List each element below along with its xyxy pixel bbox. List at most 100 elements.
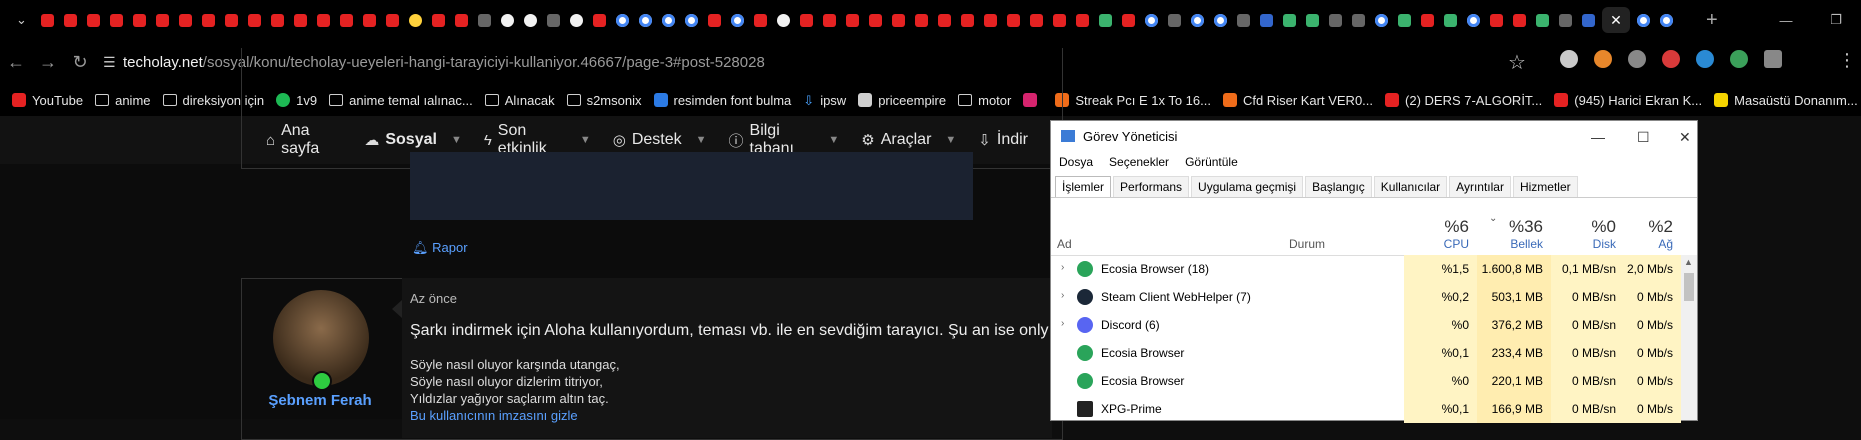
tab[interactable] <box>1657 7 1676 33</box>
tab[interactable] <box>958 7 977 33</box>
minimize-button[interactable]: — <box>1761 13 1811 28</box>
tab[interactable] <box>705 7 724 33</box>
tab[interactable] <box>291 7 310 33</box>
bookmark-item[interactable]: (945) Harici Ekran K... <box>1554 93 1702 108</box>
table-row[interactable]: Ecosia Browser %0,1 233,4 MB 0 MB/sn 0 Mb/s <box>1051 339 1681 367</box>
tab[interactable] <box>889 7 908 33</box>
bookmark-item[interactable]: anime <box>95 93 151 108</box>
tab[interactable] <box>820 7 839 33</box>
process-list-scrollbar[interactable]: ▲ <box>1681 255 1697 420</box>
menu-item[interactable]: Görüntüle <box>1185 155 1238 169</box>
puzzle-icon[interactable] <box>1764 50 1782 68</box>
tab[interactable] <box>1211 7 1230 33</box>
tab[interactable] <box>1510 7 1529 33</box>
extension-icon[interactable] <box>1696 50 1714 68</box>
tab[interactable] <box>935 7 954 33</box>
tm-tab[interactable]: Ayrıntılar <box>1449 176 1511 197</box>
tab[interactable] <box>659 7 678 33</box>
tab[interactable] <box>1634 7 1653 33</box>
extension-icon[interactable] <box>1662 50 1680 68</box>
username[interactable]: Şebnem Ferah <box>250 392 390 409</box>
table-row[interactable]: Ecosia Browser %0 220,1 MB 0 MB/sn 0 Mb/s <box>1051 367 1681 395</box>
post-image-thumbnail[interactable] <box>410 152 973 220</box>
tab[interactable] <box>521 7 540 33</box>
tm-tab[interactable]: Performans <box>1113 176 1190 197</box>
tab[interactable] <box>912 7 931 33</box>
tab[interactable] <box>84 7 103 33</box>
tab[interactable] <box>1533 7 1552 33</box>
tab[interactable] <box>199 7 218 33</box>
col-memory[interactable]: %36 Bellek <box>1477 211 1551 255</box>
tab[interactable] <box>314 7 333 33</box>
tab[interactable] <box>360 7 379 33</box>
tab[interactable] <box>61 7 80 33</box>
tab[interactable] <box>866 7 885 33</box>
table-row[interactable]: › Steam Client WebHelper (7) %0,2 503,1 MB 0… <box>1051 283 1681 311</box>
tab[interactable] <box>981 7 1000 33</box>
tm-close-button[interactable]: ✕ <box>1679 129 1691 146</box>
tab[interactable] <box>544 7 563 33</box>
tab[interactable] <box>1579 7 1598 33</box>
tab[interactable] <box>1142 7 1161 33</box>
tab[interactable] <box>1027 7 1046 33</box>
tab-search-icon[interactable]: ⌄ <box>16 12 38 28</box>
report-link[interactable]: 🔔︎ Rapor <box>412 240 468 256</box>
tab[interactable] <box>1395 7 1414 33</box>
tab[interactable] <box>1165 7 1184 33</box>
tab[interactable] <box>429 7 448 33</box>
extension-icon[interactable] <box>1594 50 1612 68</box>
tab[interactable] <box>1257 7 1276 33</box>
reload-icon[interactable]: ↻ <box>64 52 96 73</box>
tab[interactable] <box>153 7 172 33</box>
tab[interactable] <box>337 7 356 33</box>
tm-maximize-button[interactable]: ☐ <box>1637 129 1650 146</box>
tab[interactable] <box>1464 7 1483 33</box>
tab[interactable] <box>475 7 494 33</box>
tm-minimize-button[interactable]: — <box>1591 129 1605 145</box>
tab[interactable] <box>1119 7 1138 33</box>
tab[interactable] <box>176 7 195 33</box>
bookmark-star-icon[interactable]: ☆ <box>1508 50 1526 75</box>
tab[interactable] <box>1418 7 1437 33</box>
chevron-right-icon[interactable]: › <box>1061 318 1064 329</box>
chevron-right-icon[interactable]: › <box>1061 290 1064 301</box>
tab[interactable] <box>843 7 862 33</box>
col-disk[interactable]: %0 Disk <box>1551 211 1624 255</box>
tab[interactable] <box>1303 7 1322 33</box>
close-icon[interactable]: ✕ <box>1610 12 1622 29</box>
tab[interactable] <box>1280 7 1299 33</box>
tab[interactable] <box>751 7 770 33</box>
post-time[interactable]: Az önce <box>410 291 457 306</box>
tab[interactable] <box>130 7 149 33</box>
chevron-right-icon[interactable]: › <box>1061 262 1064 273</box>
profile-icon[interactable]: ⋮ <box>1838 50 1856 71</box>
tab[interactable] <box>728 7 747 33</box>
site-info-icon[interactable]: ☰ <box>103 54 123 71</box>
tab[interactable] <box>1487 7 1506 33</box>
tab[interactable] <box>268 7 287 33</box>
bookmark-item[interactable]: YouTube <box>12 93 83 108</box>
tab[interactable] <box>1050 7 1069 33</box>
col-cpu[interactable]: %6 CPU <box>1404 211 1477 255</box>
tab[interactable] <box>567 7 586 33</box>
tab[interactable] <box>406 7 425 33</box>
scroll-up-icon[interactable]: ▲ <box>1684 257 1693 267</box>
table-row[interactable]: › Ecosia Browser (18) %1,5 1.600,8 MB 0,1 MB… <box>1051 255 1681 283</box>
menu-item[interactable]: Dosya <box>1059 155 1093 169</box>
tab[interactable] <box>38 7 57 33</box>
new-tab-button[interactable]: + <box>1706 9 1718 32</box>
tab[interactable] <box>797 7 816 33</box>
bookmark-item[interactable]: Cfd Riser Kart VER0... <box>1222 93 1373 108</box>
tab[interactable] <box>1441 7 1460 33</box>
tab[interactable] <box>1326 7 1345 33</box>
tab[interactable] <box>1349 7 1368 33</box>
tm-tab[interactable]: İşlemler <box>1055 176 1112 197</box>
tab[interactable] <box>613 7 632 33</box>
tab-active[interactable]: ✕ <box>1602 7 1630 33</box>
tab[interactable] <box>590 7 609 33</box>
bookmark-item[interactable]: (2) DERS 7-ALGORİT... <box>1385 93 1542 108</box>
tm-tab[interactable]: Kullanıcılar <box>1373 176 1448 197</box>
tm-tab[interactable]: Uygulama geçmişi <box>1191 176 1304 197</box>
tab[interactable] <box>1004 7 1023 33</box>
bookmark-item[interactable]: Streak Pcı E 1x To 16... <box>1055 93 1211 108</box>
